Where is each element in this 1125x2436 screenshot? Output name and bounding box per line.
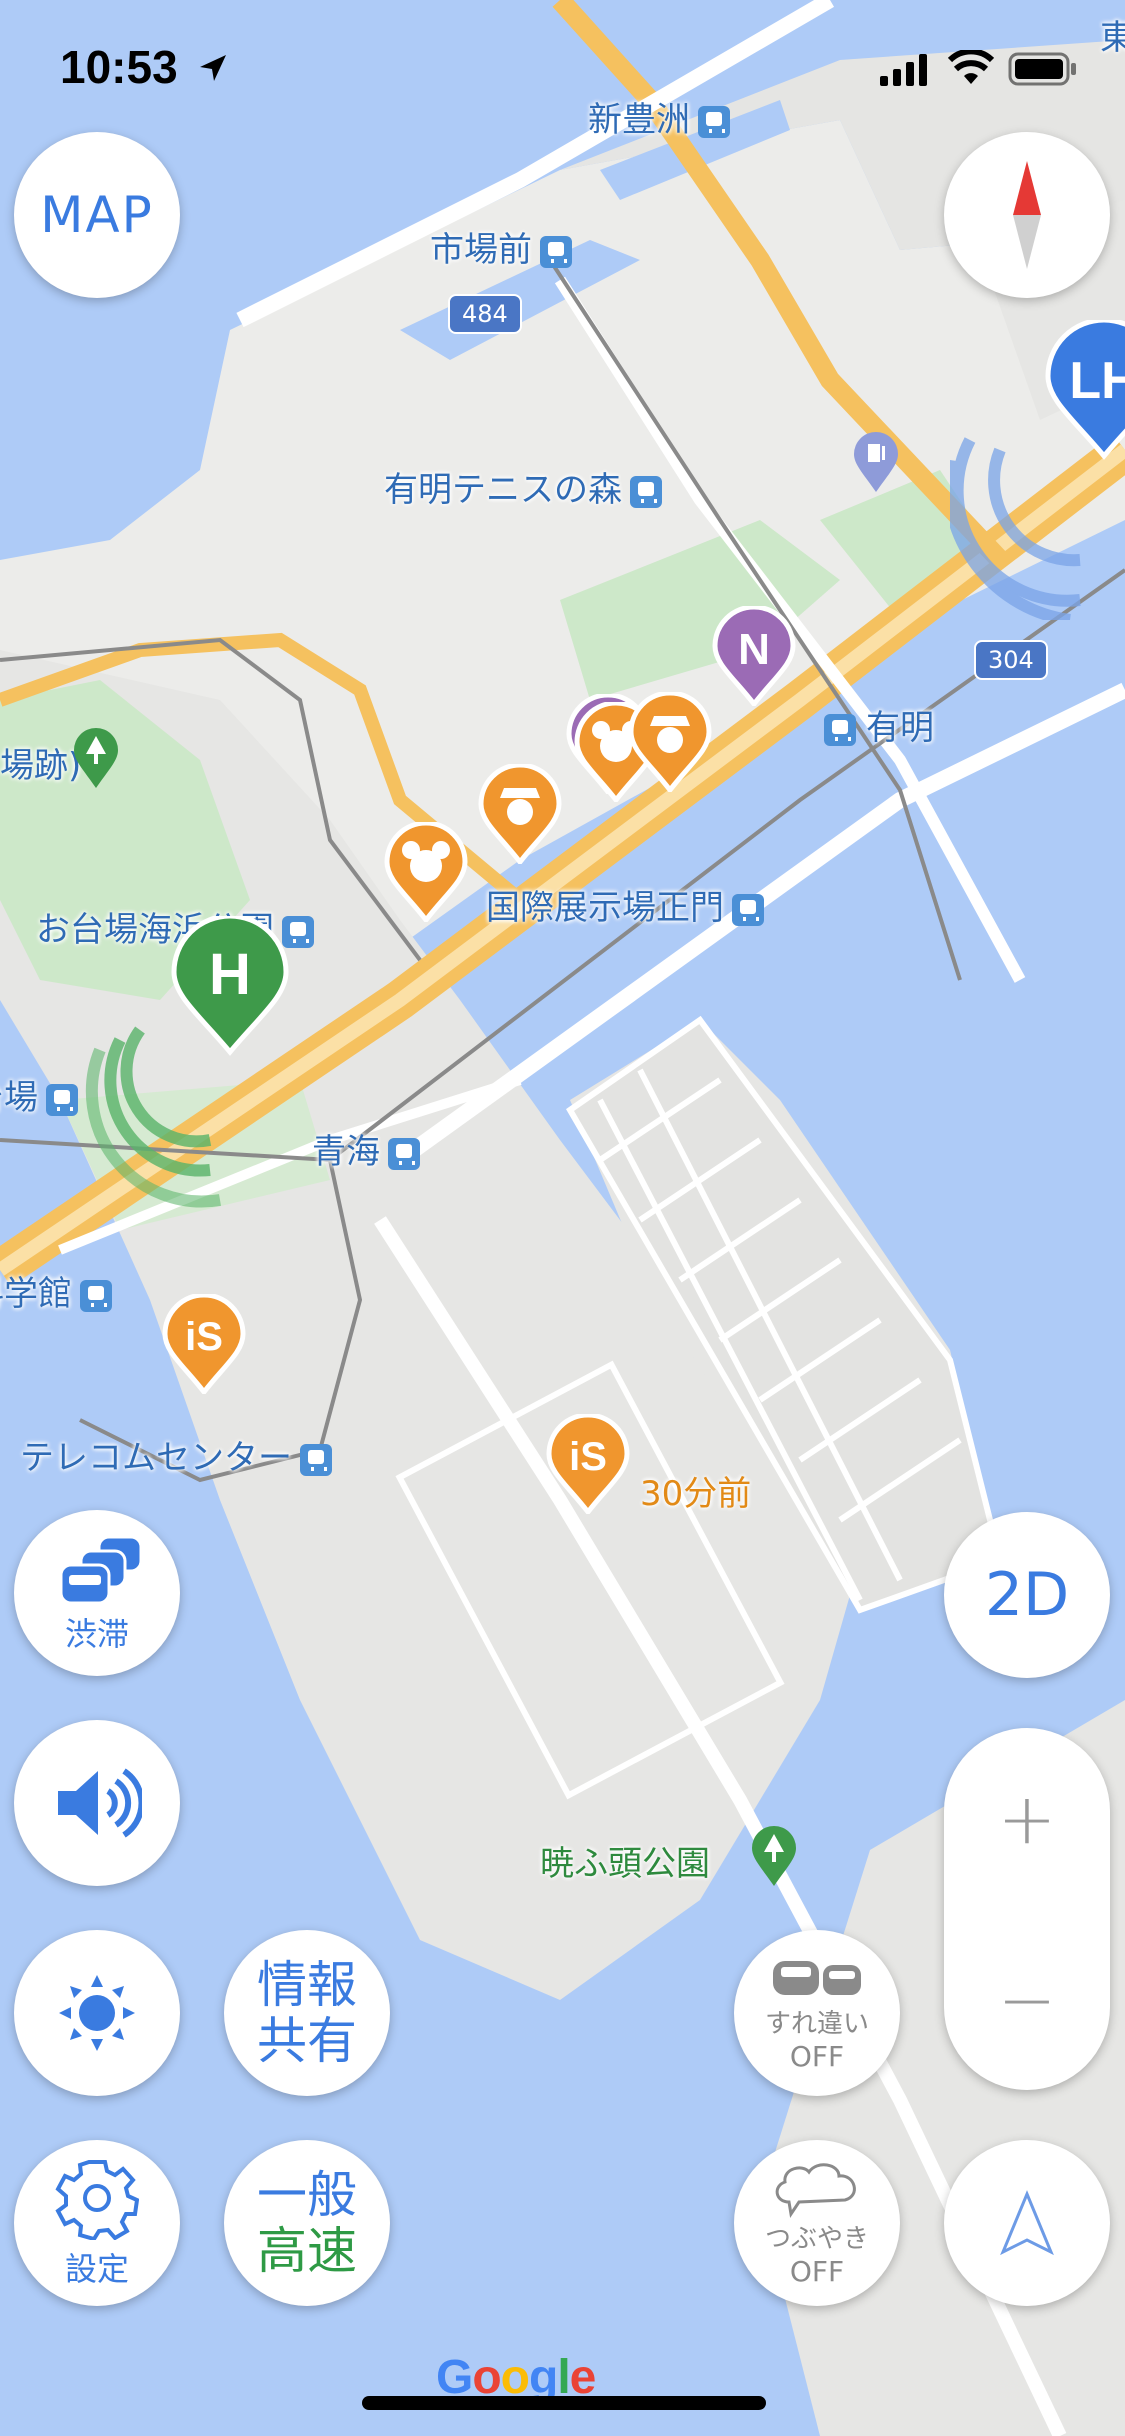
location-arrow-icon [200,55,227,81]
settings-button[interactable]: 設定 [14,2140,180,2306]
tweet-button[interactable]: つぶやき OFF [734,2140,900,2306]
compass-icon [1013,161,1041,269]
train-station-icon [732,893,764,926]
label-shijomae: 市場前 [430,222,572,271]
cars-icon [773,1961,861,1995]
sound-button[interactable] [14,1720,180,1886]
park-tree-icon [752,1826,796,1886]
zoom-control: + − [944,1728,1110,2090]
label-akatsuki: 暁ふ頭公園 [540,1836,710,1885]
label-kokusai: 国際展示場正門 [486,880,764,929]
status-time-text: 10:53 [60,41,178,93]
pin-letter: iS [185,1315,223,1359]
home-indicator[interactable] [362,2396,766,2410]
is-pin[interactable]: iS [546,1414,630,1514]
pass-by-button[interactable]: すれ違い OFF [734,1930,900,2096]
label-telecom: テレコムセンター [20,1430,332,1479]
tweet-state: OFF [789,2255,845,2288]
traffic-button-label: 渋滞 [64,1615,129,1653]
label-time-ago: 30分前 [640,1474,752,1514]
h-pin[interactable]: H [170,916,290,1056]
train-station-icon [824,713,856,746]
label-park-partial: 場跡) [0,746,82,786]
label-ariake: 有明 [824,700,934,749]
label-text: 市場前 [430,230,532,270]
view-mode-button[interactable]: 2D [944,1512,1110,1678]
traffic-button[interactable]: 渋滞 [14,1510,180,1676]
police-pin[interactable] [478,764,562,864]
road-type-expressway: 高速 [257,2222,357,2280]
route-shield-304: 304 [974,640,1048,680]
speech-cloud-icon [775,2163,856,2218]
pin-letter: LH [1069,352,1125,410]
label-text: 暁ふ頭公園 [540,1844,710,1884]
wifi-icon [948,50,994,84]
navigation-arrow-icon [1000,2190,1054,2256]
traffic-cars-icon [59,1535,143,1605]
road-type-button[interactable]: 一般 高速 [224,2140,390,2306]
signal-bars-icon [880,54,927,86]
pin-letter: N [738,625,770,674]
train-station-icon [300,1443,332,1476]
pin-letter: H [209,942,251,1007]
info-share-line2: 共有 [257,2012,357,2070]
status-time: 10:53 [60,40,230,94]
compass-button[interactable] [944,132,1110,298]
pass-by-label: すれ違い [764,2009,869,2039]
police-pin[interactable] [628,692,712,792]
gas-station-icon [854,432,898,492]
gear-icon [55,2160,139,2240]
info-share-line1: 情報 [257,1956,357,2014]
is-pin[interactable]: iS [162,1294,246,1394]
zoom-in-button[interactable]: + [998,1778,1057,1860]
pin-letter: iS [569,1435,607,1479]
train-station-icon [388,1137,420,1170]
train-station-icon [540,235,572,268]
mouse-pin[interactable] [384,822,468,922]
label-aomi: 青海 [312,1124,420,1173]
status-bar: 10:53 [0,0,1125,140]
park-tree-icon [74,728,118,788]
speaker-icon [58,1768,142,1838]
sun-icon [59,1975,135,2051]
tweet-label: つぶやき [764,2224,869,2254]
route-shield-484: 484 [448,294,522,334]
current-location-button[interactable] [944,2140,1110,2306]
view-mode-label: 2D [984,1560,1070,1630]
zoom-out-button[interactable]: − [998,1959,1057,2041]
brightness-button[interactable] [14,1930,180,2096]
label-science: 科学館 [0,1266,112,1315]
pass-by-state: OFF [789,2040,845,2073]
n-pin[interactable]: N [712,606,796,706]
label-tennis: 有明テニスの森 [384,462,662,511]
label-text: 有明 [866,708,934,748]
train-station-icon [630,475,662,508]
label-text: 国際展示場正門 [486,888,724,928]
road-type-general: 一般 [257,2166,357,2224]
lh-pin[interactable]: LH [1044,320,1125,460]
label-text: 有明テニスの森 [384,470,622,510]
label-text: 科学館 [0,1274,72,1314]
info-share-button[interactable]: 情報 共有 [224,1930,390,2096]
battery-icon [1008,52,1076,86]
label-text: 台場 [0,1078,38,1118]
settings-button-label: 設定 [64,2250,129,2288]
label-text: 青海 [312,1132,380,1172]
map-button[interactable]: MAP [14,132,180,298]
label-text: テレコムセンター [20,1438,292,1478]
map-button-label: MAP [40,186,154,244]
train-station-icon [80,1279,112,1312]
